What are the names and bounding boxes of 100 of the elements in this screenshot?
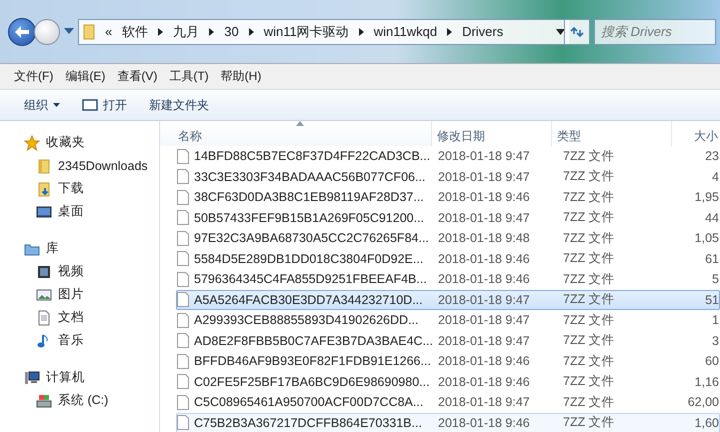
modified-date: 2018-01-18 9:47 [437,334,531,348]
file-size: 23 [704,149,719,164]
file-size: 44 [704,210,719,225]
file-icon [177,210,189,226]
refresh-button[interactable] [564,18,590,44]
file-type: 7ZZ 文件 [562,148,616,165]
file-size: 4 [711,170,719,184]
file-size: 1 [711,313,719,328]
folder-icon [83,24,95,40]
menu-item[interactable]: 文件(F) [10,66,58,87]
file-row[interactable]: C75B2B3A367217DCFFB864E70331B... 2018-01-18 9:46 7ZZ 文件 1,60 [176,412,720,432]
column-header[interactable]: 大小 [672,121,720,146]
chevron-icon[interactable] [447,28,452,36]
modified-date: 2018-01-18 9:46 [437,190,531,204]
file-row[interactable]: 50B57433FEF9B15B1A269F05C91200... 2018-01-18 9:47 7ZZ 文件 44 [176,208,720,228]
file-row[interactable]: C5C08965461A950700ACF00D7CC8A... 2018-01-18 9:47 7ZZ 文件 62,00 [176,392,720,412]
file-size: 1,60 [694,416,719,430]
file-icon [177,272,189,287]
organize-button[interactable]: 组织 [18,94,66,116]
breadcrumb-item[interactable]: Drivers [462,24,504,39]
file-name: 14BFD88C5B7EC8F37D4FF22CAD3CB... [194,149,430,164]
menu-item[interactable]: 帮助(H) [216,66,266,87]
open-button[interactable]: 打开 [76,94,133,116]
chevron-icon[interactable] [158,28,164,36]
sidebar-item[interactable]: 计算机 [20,366,89,389]
sidebar-item[interactable]: 收藏夹 [20,131,89,154]
file-name: 38CF63D0DA3B8C1EB98119AF28D37... [194,190,424,204]
file-size: 1,95 [694,190,719,204]
drive-icon [36,392,52,408]
file-row[interactable]: 14BFD88C5B7EC8F37D4FF22CAD3CB... 2018-01-18 9:47 7ZZ 文件 23 [176,146,720,166]
sidebar-item[interactable]: 下载 [32,177,88,200]
file-row[interactable]: 38CF63D0DA3B8C1EB98119AF28D37... 2018-01-18 9:46 7ZZ 文件 1,95 [176,187,720,208]
chevron-icon[interactable] [209,28,214,36]
download-icon [36,180,52,196]
sidebar-item[interactable]: 图片 [32,283,88,306]
file-type: 7ZZ 文件 [562,332,616,350]
breadcrumb-item[interactable]: win11网卡驱动 [264,22,349,40]
file-icon [177,374,189,390]
file-size: 1,05 [694,231,719,246]
file-type: 7ZZ 文件 [562,373,616,390]
chevron-icon[interactable] [248,28,254,36]
file-icon [177,190,189,205]
file-type: 7ZZ 文件 [562,394,616,411]
modified-date: 2018-01-18 9:46 [437,252,531,266]
sidebar-item[interactable]: 桌面 [32,200,88,223]
file-name: 50B57433FEF9B15B1A269F05C91200... [194,210,424,225]
breadcrumb-item[interactable]: 九月 [173,22,200,40]
sidebar-item[interactable]: 文档 [32,306,88,329]
star-icon [24,134,40,150]
back-button[interactable] [8,18,36,46]
breadcrumb-item[interactable]: 30 [224,24,239,39]
file-row[interactable]: 5584D5E289DB1DD018C3804F0D92E... 2018-01-18 9:46 7ZZ 文件 61 [176,248,720,269]
file-icon [177,292,189,308]
dropdown-caret-icon[interactable] [556,28,565,34]
file-name: C75B2B3A367217DCFFB864E70331B... [194,416,422,430]
file-size: 5 [711,272,719,286]
desktop-icon [36,204,52,220]
modified-date: 2018-01-18 9:48 [437,231,531,246]
breadcrumb-item[interactable]: 软件 [122,22,148,40]
file-name: C5C08965461A950700ACF00D7CC8A... [194,395,424,410]
file-row[interactable]: A5A5264FACB30E3DD7A344232710D... 2018-01-18 9:47 7ZZ 文件 51 [176,290,720,310]
new-folder-button[interactable]: 新建文件夹 [143,94,215,116]
sidebar-item[interactable]: 库 [20,237,63,260]
sidebar-item[interactable]: 2345Downloads [32,154,152,177]
file-name: 5584D5E289DB1DD018C3804F0D92E... [194,252,424,266]
file-row[interactable]: 97E32C3A9BA68730A5CC2C76265F84... 2018-01-18 9:48 7ZZ 文件 1,05 [176,228,720,248]
file-type: 7ZZ 文件 [562,352,616,370]
sidebar-item[interactable]: 系统 (C:) [32,389,112,412]
file-row[interactable]: A299393CEB88855893D41902626DD... 2018-01-18 9:47 7ZZ 文件 1 [176,310,720,330]
sidebar-item[interactable]: 视频 [32,260,88,283]
picture-icon [36,286,52,302]
breadcrumb-item[interactable]: win11wkqd [374,24,438,39]
file-row[interactable]: BFFDB46AF9B93E0F82F1FDB91E1266... 2018-01-18 9:46 7ZZ 文件 60 [176,351,720,372]
file-size: 60 [704,354,719,368]
column-header[interactable]: 名称 [160,121,432,146]
file-row[interactable]: AD8E2F8FBB5B0C7AFE3B7DA3BAE4C... 2018-01-18 9:47 7ZZ 文件 3 [176,330,720,351]
file-icon [177,333,189,348]
file-size: 61 [704,252,719,266]
back-arrow-icon [14,24,30,38]
column-header[interactable]: 修改日期 [432,121,552,146]
menu-item[interactable]: 编辑(E) [61,66,110,87]
search-field[interactable]: 搜索 Drivers [594,18,716,44]
history-dropdown[interactable] [64,28,74,36]
file-row[interactable]: 33C3E3303F34BADAAAC56B077CF06... 2018-01-18 9:47 7ZZ 文件 4 [176,166,720,187]
menu-item[interactable]: 工具(T) [165,66,213,87]
file-name: A299393CEB88855893D41902626DD... [194,313,418,328]
chevron-icon[interactable] [358,28,364,36]
column-header[interactable]: 类型 [552,121,672,146]
file-row[interactable]: C02FE5F25BF17BA6BC9D6E98690980... 2018-01-18 9:46 7ZZ 文件 1,16 [176,372,720,392]
file-type: 7ZZ 文件 [562,250,616,268]
video-icon [36,264,52,280]
file-size: 1,16 [694,374,719,389]
window-icon [82,99,98,111]
menu-item[interactable]: 查看(V) [113,66,162,87]
modified-date: 2018-01-18 9:46 [437,416,531,430]
file-row[interactable]: 5796364345C4FA855D9251FBEEAF4B... 2018-01-18 9:46 7ZZ 文件 5 [176,269,720,290]
file-icon [177,251,189,266]
overflow-chevron[interactable]: « [105,24,112,39]
sidebar-item[interactable]: 音乐 [32,329,88,352]
file-name: 97E32C3A9BA68730A5CC2C76265F84... [194,231,429,246]
